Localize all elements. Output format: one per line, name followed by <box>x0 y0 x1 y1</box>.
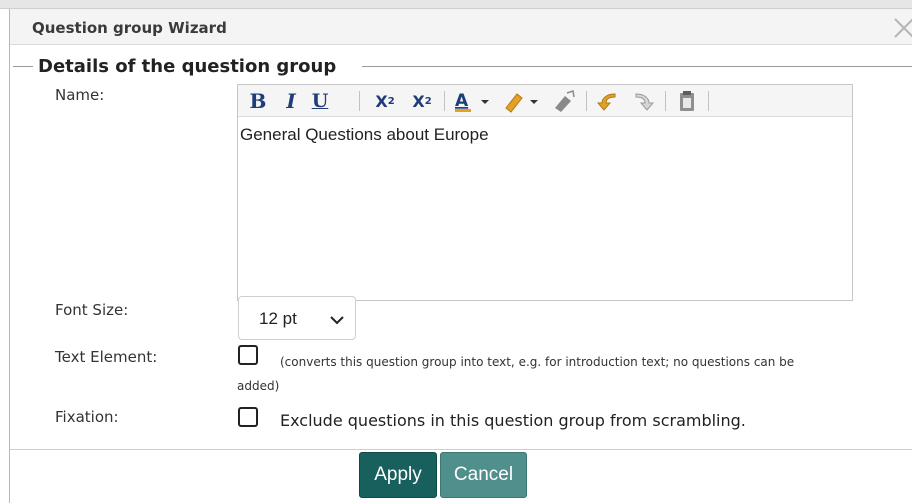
toolbar-separator <box>359 91 360 111</box>
fixation-checkbox[interactable] <box>238 407 258 427</box>
superscript-mark: 2 <box>424 95 432 107</box>
toolbar-separator <box>586 91 587 111</box>
undo-icon[interactable] <box>593 88 623 114</box>
subscript-mark: 2 <box>387 95 395 107</box>
italic-button[interactable]: I <box>280 88 302 114</box>
subscript-label: X <box>375 91 388 111</box>
superscript-button[interactable]: X2 <box>407 88 437 114</box>
editor-toolbar: B I U X2 X2 A <box>238 85 852 117</box>
name-label: Name: <box>55 86 105 104</box>
text-element-label: Text Element: <box>55 348 158 366</box>
fieldset-border-right <box>362 66 912 67</box>
fieldset-legend: Details of the question group <box>38 56 337 77</box>
font-size-value: 12 pt <box>259 309 297 328</box>
footer-divider <box>10 449 912 450</box>
fieldset-border-left <box>13 66 33 67</box>
chevron-down-icon <box>329 313 345 331</box>
underline-button[interactable]: U <box>308 88 332 114</box>
name-editor-content[interactable]: General Questions about Europe <box>240 125 489 145</box>
subscript-button[interactable]: X2 <box>370 88 400 114</box>
highlight-icon[interactable] <box>500 88 544 114</box>
eraser-icon[interactable] <box>549 88 579 114</box>
name-rich-text-editor[interactable]: B I U X2 X2 A General Questions about Eu… <box>237 84 853 301</box>
toolbar-separator <box>665 91 666 111</box>
question-group-dialog: Question group Wizard Details of the que… <box>9 9 912 503</box>
toolbar-separator <box>444 91 445 111</box>
superscript-label: X <box>412 91 425 111</box>
window-top-strip <box>0 0 912 9</box>
close-icon[interactable] <box>891 14 912 40</box>
apply-button[interactable]: Apply <box>359 452 437 498</box>
text-element-note: (converts this question group into text,… <box>280 355 795 369</box>
bold-button[interactable]: B <box>246 88 270 114</box>
text-color-icon[interactable]: A <box>451 88 495 114</box>
dialog-title: Question group Wizard <box>32 19 227 37</box>
toolbar-separator <box>708 91 709 111</box>
text-element-checkbox[interactable] <box>238 345 258 365</box>
redo-icon[interactable] <box>628 88 658 114</box>
text-element-note-continued: added) <box>237 379 280 393</box>
font-size-select[interactable]: 12 pt <box>238 296 356 340</box>
svg-text:A: A <box>455 91 469 111</box>
cancel-button[interactable]: Cancel <box>440 452 527 498</box>
paste-icon[interactable] <box>672 88 702 114</box>
fixation-description: Exclude questions in this question group… <box>280 411 746 430</box>
font-size-label: Font Size: <box>55 301 129 319</box>
dialog-titlebar: Question group Wizard <box>10 9 912 45</box>
fixation-label: Fixation: <box>55 408 119 426</box>
